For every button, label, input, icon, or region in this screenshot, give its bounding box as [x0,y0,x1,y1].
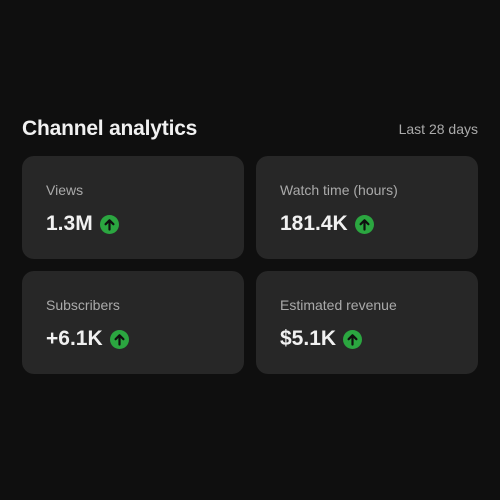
metric-value: +6.1K [46,327,103,350]
metric-value-row: 181.4K [280,212,478,236]
metric-card-views[interactable]: Views 1.3M [22,156,244,259]
metric-value: 1.3M [46,212,93,235]
arrow-up-icon [109,329,129,349]
metric-label: Watch time (hours) [280,182,398,198]
metric-card-subscribers[interactable]: Subscribers +6.1K [22,271,244,374]
metrics-grid: Views 1.3M Watch time (hours) 181.4K Sub… [22,156,478,374]
analytics-header: Channel analytics Last 28 days [22,114,478,144]
page-title: Channel analytics [22,117,198,140]
arrow-up-icon [354,214,374,234]
metric-value-row: +6.1K [46,327,244,351]
metric-card-revenue[interactable]: Estimated revenue $5.1K [256,271,478,374]
analytics-screen: Channel analytics Last 28 days Views 1.3… [0,0,500,500]
arrow-up-icon [99,214,119,234]
metric-value-row: 1.3M [46,212,244,236]
metric-card-watch-time[interactable]: Watch time (hours) 181.4K [256,156,478,259]
metric-label: Views [46,182,84,198]
arrow-up-icon [343,329,363,349]
date-range-label: Last 28 days [398,121,478,137]
metric-value: $5.1K [280,327,337,350]
metric-value: 181.4K [280,212,348,235]
metric-label: Subscribers [46,297,120,313]
metric-value-row: $5.1K [280,327,478,351]
metric-label: Estimated revenue [280,297,397,313]
